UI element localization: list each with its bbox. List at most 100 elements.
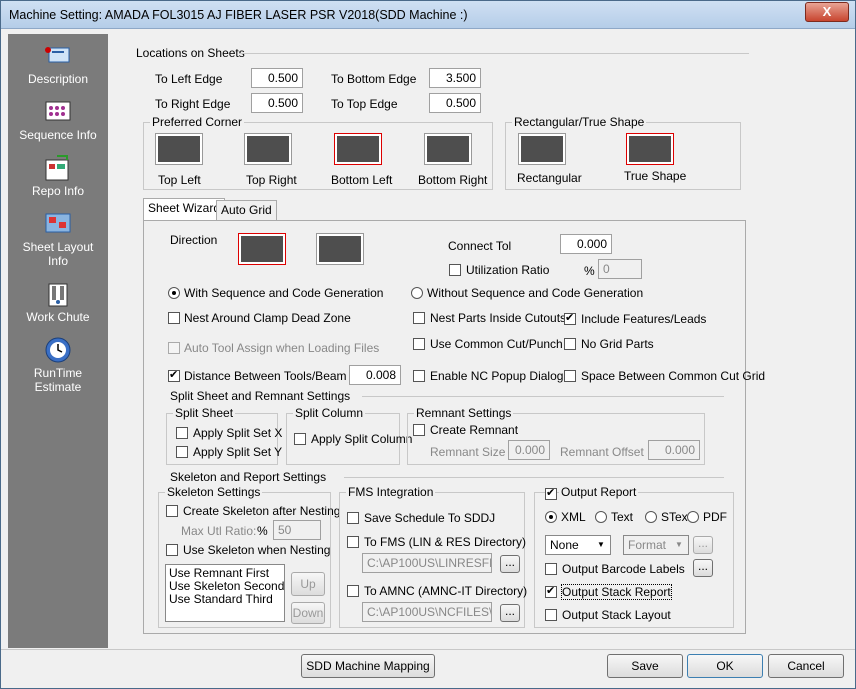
down-button[interactable]: Down — [291, 602, 325, 624]
barcode-browse-button[interactable]: ... — [693, 559, 713, 577]
space-common-checkbox[interactable] — [564, 370, 576, 382]
split-column-title: Split Column — [293, 406, 366, 420]
pdf-radio[interactable] — [687, 511, 699, 523]
none-dropdown[interactable]: None ▼ — [545, 535, 611, 555]
close-button[interactable]: X — [805, 2, 849, 22]
distance-tools-checkbox[interactable] — [168, 368, 180, 382]
sdd-machine-mapping-button[interactable]: SDD Machine Mapping — [301, 654, 435, 678]
text-label: Text — [611, 510, 634, 524]
text-radio[interactable] — [595, 511, 607, 523]
space-common-label: Space Between Common Cut Grid — [581, 369, 766, 383]
split-x-checkbox[interactable] — [176, 427, 188, 439]
output-report-checkbox[interactable] — [545, 486, 557, 500]
right-edge-input[interactable]: 0.500 — [251, 93, 303, 113]
split-y-checkbox[interactable] — [176, 446, 188, 458]
without-sequence-radio[interactable] — [411, 287, 423, 299]
xml-radio[interactable] — [545, 511, 557, 523]
bottom-edge-input[interactable]: 3.500 — [429, 68, 481, 88]
no-grid-label: No Grid Parts — [581, 337, 654, 351]
split-column-group: Split Column Apply Split Column — [286, 406, 412, 465]
skeleton-settings-title: Skeleton Settings — [165, 485, 263, 499]
direction-column-button[interactable] — [238, 233, 286, 265]
amnc-browse-button[interactable]: ... — [500, 604, 520, 622]
sequence-info-icon — [45, 101, 71, 121]
distance-value-input[interactable]: 0.008 — [349, 365, 401, 385]
split-column-checkbox[interactable] — [294, 433, 306, 445]
locations-title: Locations on Sheets — [136, 46, 245, 60]
preferred-corner-title: Preferred Corner — [150, 115, 245, 129]
sidebar-item-work-chute[interactable]: Work Chute — [8, 280, 108, 324]
remnant-offset-input[interactable]: 0.000 — [648, 440, 700, 460]
stack-layout-checkbox[interactable] — [545, 609, 557, 621]
fms-browse-button[interactable]: ... — [500, 555, 520, 573]
corner-bottom-right-button[interactable] — [424, 133, 472, 165]
tab-auto-grid[interactable]: Auto Grid — [216, 200, 277, 220]
nest-cutouts-label: Nest Parts Inside Cutouts — [430, 311, 567, 325]
nest-cutouts-checkbox[interactable] — [413, 312, 425, 324]
create-skeleton-checkbox[interactable] — [166, 505, 178, 517]
top-edge-input[interactable]: 0.500 — [429, 93, 481, 113]
no-grid-checkbox[interactable] — [564, 338, 576, 350]
stext-radio[interactable] — [645, 511, 657, 523]
list-item[interactable]: Use Standard Third — [169, 593, 281, 606]
to-amnc-checkbox[interactable] — [347, 585, 359, 597]
tab-sheet-wizard[interactable]: Sheet Wizard — [143, 198, 226, 220]
save-sddj-checkbox[interactable] — [347, 512, 359, 524]
priority-list[interactable]: Use Remnant First Use Skeleton Second Us… — [165, 564, 285, 622]
format-browse-button[interactable]: ... — [693, 536, 713, 554]
corner-top-left-button[interactable] — [155, 133, 203, 165]
remnant-size-input[interactable]: 0.000 — [508, 440, 550, 460]
sidebar: Description Sequence Info Repo Info Shee… — [8, 34, 108, 648]
to-fms-checkbox[interactable] — [347, 536, 359, 548]
title-bar: Machine Setting: AMADA FOL3015 AJ FIBER … — [1, 1, 855, 29]
use-skeleton-checkbox[interactable] — [166, 544, 178, 556]
left-edge-input[interactable]: 0.500 — [251, 68, 303, 88]
utilization-value-input[interactable]: 0 — [598, 259, 642, 279]
footer-divider — [1, 649, 855, 650]
create-remnant-label: Create Remnant — [430, 423, 519, 437]
ok-button[interactable]: OK — [687, 654, 763, 678]
auto-tool-checkbox[interactable] — [168, 342, 180, 354]
format-dropdown[interactable]: Format ▼ — [623, 535, 689, 555]
sidebar-item-sequence-info[interactable]: Sequence Info — [8, 98, 108, 142]
utilization-ratio-checkbox[interactable] — [449, 264, 461, 276]
chevron-down-icon: ▼ — [675, 540, 683, 549]
nc-popup-checkbox[interactable] — [413, 370, 425, 382]
nest-clamp-checkbox[interactable] — [168, 312, 180, 324]
rectangular-button[interactable] — [518, 133, 566, 165]
save-button[interactable]: Save — [607, 654, 683, 678]
left-edge-label: To Left Edge — [155, 72, 223, 86]
cancel-button[interactable]: Cancel — [768, 654, 844, 678]
connect-tol-input[interactable]: 0.000 — [560, 234, 612, 254]
corner-top-right-button[interactable] — [244, 133, 292, 165]
sidebar-item-label: RunTime Estimate — [33, 366, 83, 394]
sidebar-item-label: Sequence Info — [19, 128, 97, 142]
to-amnc-label: To AMNC (AMNC-IT Directory) — [364, 584, 528, 598]
amnc-path-input[interactable]: C:\AP100US\NCFILES\ — [362, 602, 492, 622]
include-features-checkbox[interactable] — [564, 311, 576, 325]
nest-clamp-label: Nest Around Clamp Dead Zone — [184, 311, 351, 325]
auto-tool-label: Auto Tool Assign when Loading Files — [184, 341, 380, 355]
sidebar-item-sheet-layout[interactable]: Sheet Layout Info — [8, 210, 108, 268]
create-remnant-checkbox[interactable] — [413, 424, 425, 436]
corner-bottom-left-button[interactable] — [334, 133, 382, 165]
fms-path-input[interactable]: C:\AP100US\LINRESFILE — [362, 553, 492, 573]
common-cut-checkbox[interactable] — [413, 338, 425, 350]
sidebar-item-repo-info[interactable]: Repo Info — [8, 154, 108, 198]
xml-label: XML — [561, 510, 586, 524]
split-column-label: Apply Split Column — [311, 432, 413, 446]
sidebar-item-description[interactable]: Description — [8, 42, 108, 86]
with-sequence-radio[interactable] — [168, 287, 180, 299]
barcode-checkbox[interactable] — [545, 563, 557, 575]
remnant-size-label: Remnant Size — [430, 445, 506, 459]
rectangular-label: Rectangular — [517, 171, 582, 185]
output-report-title: Output Report — [559, 485, 639, 499]
use-skeleton-label: Use Skeleton when Nesting — [183, 543, 331, 557]
stack-report-checkbox[interactable] — [545, 584, 557, 598]
connect-tol-label: Connect Tol — [448, 239, 512, 253]
true-shape-button[interactable] — [626, 133, 674, 165]
up-button[interactable]: Up — [291, 572, 325, 596]
max-util-input[interactable]: 50 — [273, 520, 321, 540]
direction-row-button[interactable] — [316, 233, 364, 265]
sidebar-item-runtime-estimate[interactable]: RunTime Estimate — [8, 336, 108, 394]
